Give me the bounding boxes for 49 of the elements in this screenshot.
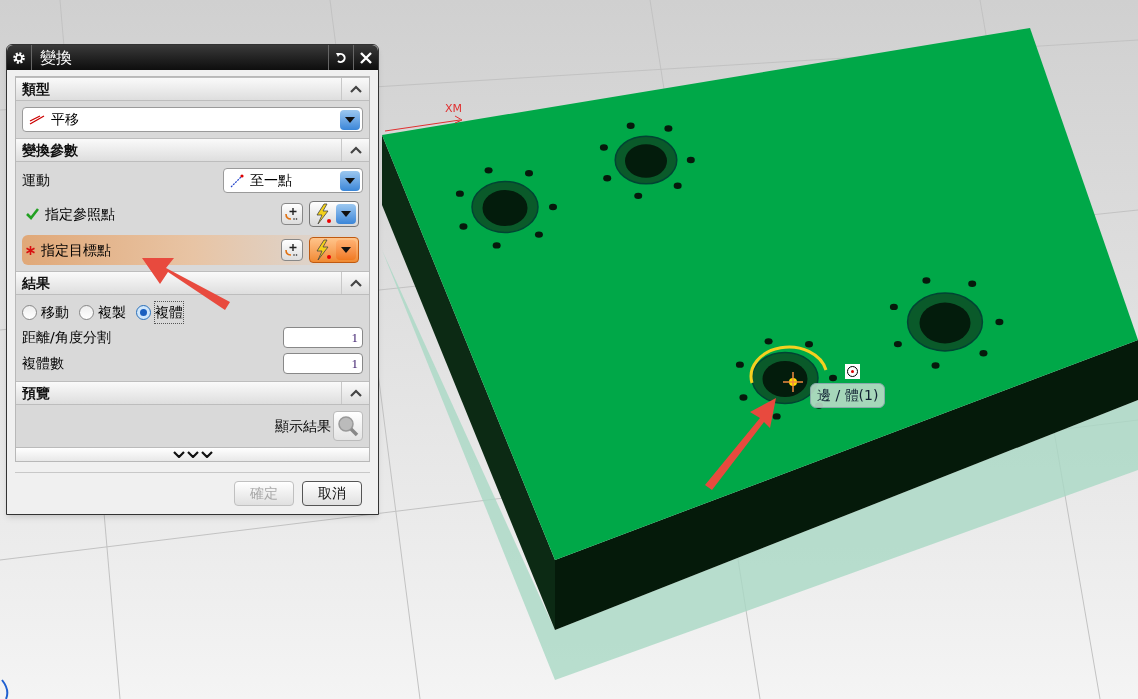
translate-line-icon <box>29 114 45 125</box>
radio-button[interactable] <box>22 304 37 320</box>
type-dropdown[interactable]: 平移 <box>22 107 363 132</box>
field-label: 距離/角度分割 <box>22 328 111 347</box>
section-header[interactable]: 預覽 <box>16 381 369 405</box>
settings-icon <box>12 50 26 65</box>
step-label: 指定參照點 <box>45 204 115 224</box>
caret-icon <box>349 279 362 287</box>
field-label: 複體數 <box>22 354 64 373</box>
snap-point-dropdown[interactable] <box>309 201 359 227</box>
section-title: 變換參數 <box>21 140 78 160</box>
radio-option[interactable]: 複製 <box>79 301 126 323</box>
triple-chevron-icon <box>172 451 213 458</box>
radio-button[interactable] <box>136 304 151 320</box>
caret-icon <box>349 85 362 93</box>
number-input[interactable]: 1 <box>283 327 363 348</box>
section-title: 結果 <box>20 273 50 293</box>
show-result-label: 顯示結果 <box>275 416 331 436</box>
dialog-button[interactable]: 取消 <box>302 481 362 506</box>
radio-option[interactable]: 移動 <box>22 301 69 323</box>
section-header[interactable]: 類型 <box>16 77 369 101</box>
section-header[interactable]: 變換參數 <box>16 138 369 162</box>
plus-point-icon <box>284 242 300 258</box>
motion-dropdown[interactable]: 至一點 <box>223 168 363 193</box>
magnifier-icon <box>337 415 359 437</box>
section-header[interactable]: 結果 <box>16 271 369 295</box>
caret-icon <box>349 146 362 154</box>
caret-icon <box>349 389 362 397</box>
plus-point-icon <box>284 206 300 222</box>
axis-label: XM <box>445 101 463 117</box>
snap-point-dropdown[interactable] <box>309 237 359 263</box>
step-label: 指定目標點 <box>41 240 111 260</box>
point-to-point-icon <box>230 173 244 188</box>
dialog-title: 變換 <box>39 46 73 69</box>
close-icon <box>360 51 372 64</box>
motion-label: 運動 <box>22 171 50 190</box>
target-point-marker <box>782 371 804 393</box>
selection-tooltip: 邊 / 體(1) <box>810 383 886 408</box>
radio-option[interactable]: 複體 <box>136 301 183 323</box>
point-dialog-button[interactable] <box>281 239 303 261</box>
reset-icon <box>335 51 347 64</box>
show-result-button[interactable] <box>333 411 363 441</box>
snap-center-icon <box>845 364 860 379</box>
section-title: 預覽 <box>21 383 50 403</box>
selection-step[interactable]: 指定參照點 <box>22 199 363 229</box>
point-dialog-button[interactable] <box>281 203 303 225</box>
section-title: 類型 <box>21 79 50 99</box>
number-input[interactable]: 1 <box>283 353 363 374</box>
radio-button[interactable] <box>79 304 94 320</box>
